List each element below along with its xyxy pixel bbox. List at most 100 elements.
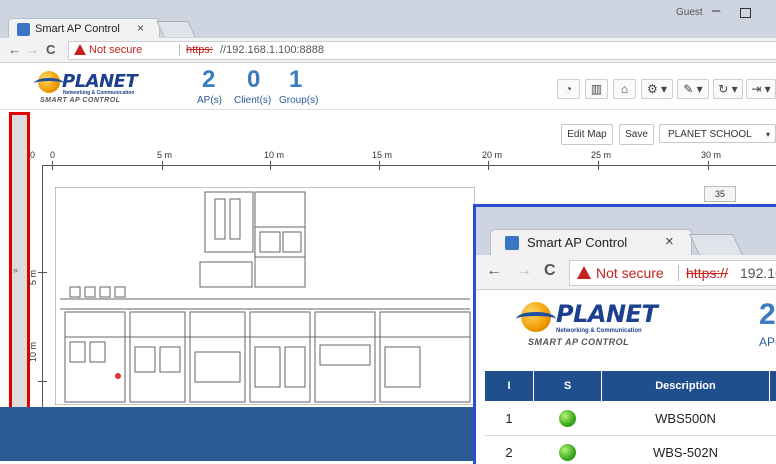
status-online-icon xyxy=(559,444,576,461)
logo-text: PLANET xyxy=(556,300,657,328)
group-count-label: Group(s) xyxy=(279,95,318,106)
browser-tab[interactable]: Smart AP Control × xyxy=(8,18,160,40)
ruler-tick xyxy=(270,161,271,170)
url-host: //192.168.1.100:8888 xyxy=(220,44,324,56)
ruler-label: 5 m xyxy=(157,150,172,160)
forward-icon[interactable]: → xyxy=(516,262,532,280)
logo-tagline: Networking & Communication xyxy=(556,328,642,334)
url-host: 192.168 xyxy=(740,265,776,281)
tab-title: Smart AP Control xyxy=(35,23,120,35)
vertical-ruler xyxy=(42,165,43,408)
logo-swoosh xyxy=(516,312,556,326)
location-select[interactable]: PLANET SCHOOL ▾ xyxy=(659,124,776,143)
floor-plan-image[interactable] xyxy=(55,187,475,405)
column-header-description[interactable]: Description xyxy=(602,371,770,402)
row-index: 2 xyxy=(485,436,534,464)
browser-tab-strip: Smart AP Control × Guest – xyxy=(0,0,776,38)
url-divider xyxy=(678,265,679,281)
dashboard-icon[interactable]: ◔ xyxy=(557,79,580,99)
gear-icon[interactable]: ⚙ ▾ xyxy=(641,79,673,99)
network-icon[interactable]: ⌂ xyxy=(613,79,636,99)
ruler-label: 5 m xyxy=(28,270,38,285)
scale-badge[interactable]: 35 xyxy=(704,186,736,202)
user-profile-label[interactable]: Guest xyxy=(676,7,703,18)
security-status[interactable]: Not secure xyxy=(89,44,142,56)
minimize-icon[interactable]: – xyxy=(712,2,720,19)
wrench-icon[interactable]: ✎ ▾ xyxy=(677,79,709,99)
url-scheme: https:// xyxy=(686,265,728,281)
new-tab-button[interactable] xyxy=(156,21,195,37)
ruler-label: 0 xyxy=(50,150,55,160)
security-status[interactable]: Not secure xyxy=(596,265,664,281)
save-button[interactable]: Save xyxy=(619,124,654,145)
status-online-icon xyxy=(559,410,576,427)
overlay-tab-strip: Smart AP Control × xyxy=(476,207,776,255)
overlay-tab-title: Smart AP Control xyxy=(527,235,627,250)
ruler-tick xyxy=(162,161,163,170)
row-description: WBS500N xyxy=(602,402,770,436)
ruler-label: 20 m xyxy=(482,150,502,160)
client-count[interactable]: 0 xyxy=(247,66,260,94)
overlay-url-field[interactable]: Not secure https:// 192.168 xyxy=(569,260,776,286)
expand-icon[interactable]: » xyxy=(13,265,18,275)
ap-count-label: AP(s) xyxy=(197,95,222,106)
ruler-tick xyxy=(708,161,709,170)
ruler-label: 25 m xyxy=(591,150,611,160)
ruler-label: 30 m xyxy=(701,150,721,160)
logout-icon[interactable]: ⇥ ▾ xyxy=(746,79,776,99)
overlay-app-header: PLANET Networking & Communication SMART … xyxy=(476,290,776,360)
group-count[interactable]: 1 xyxy=(289,66,302,94)
status-cell xyxy=(534,436,602,464)
reload-icon[interactable]: C xyxy=(544,262,556,280)
table-row[interactable]: 2 WBS-502N xyxy=(485,436,776,464)
warning-icon xyxy=(577,266,591,279)
status-cell xyxy=(534,402,602,436)
ap-count[interactable]: 2 xyxy=(759,298,776,332)
table-row[interactable]: 1 WBS500N xyxy=(485,402,776,436)
edit-map-button[interactable]: Edit Map xyxy=(561,124,613,145)
chart-icon[interactable]: ▥ xyxy=(585,79,608,99)
close-tab-icon[interactable]: × xyxy=(137,21,144,35)
logo-swoosh xyxy=(34,78,64,89)
sidebar-toggle[interactable] xyxy=(9,112,30,411)
ruler-tick xyxy=(379,161,380,170)
refresh-icon[interactable]: ↻ ▾ xyxy=(713,79,743,99)
url-scheme: https: xyxy=(186,44,213,56)
ap-count[interactable]: 2 xyxy=(202,66,215,94)
ap-table: I S Description 1 WBS500N 2 WBS-502N xyxy=(484,370,776,464)
back-icon[interactable]: ← xyxy=(8,42,21,57)
warning-icon xyxy=(74,44,86,55)
ruler-label: 15 m xyxy=(372,150,392,160)
ruler-tick xyxy=(598,161,599,170)
reload-icon[interactable]: C xyxy=(46,42,55,57)
url-field[interactable]: Not secure https: //192.168.1.100:8888 xyxy=(68,41,776,60)
close-tab-icon[interactable]: × xyxy=(665,233,674,250)
ruler-tick xyxy=(52,161,53,170)
ruler-tick xyxy=(38,272,47,273)
ruler-label: 10 m xyxy=(264,150,284,160)
overlay-address-bar: ← → C Not secure https:// 192.168 xyxy=(476,255,776,290)
back-icon[interactable]: ← xyxy=(486,262,502,280)
logo-tagline: Networking & Communication xyxy=(63,90,134,96)
row-index: 1 xyxy=(485,402,534,436)
logo-subtitle: SMART AP CONTROL xyxy=(40,97,120,104)
zoom-overlay-window: Smart AP Control × ← → C Not secure http… xyxy=(473,204,776,464)
row-description: WBS-502N xyxy=(602,436,770,464)
ruler-tick xyxy=(38,381,47,382)
horizontal-ruler xyxy=(42,165,776,166)
column-header-index[interactable]: I xyxy=(485,371,534,402)
overlay-browser-tab[interactable]: Smart AP Control × xyxy=(490,229,692,256)
maximize-icon[interactable] xyxy=(740,8,751,18)
column-header-more[interactable] xyxy=(770,371,776,402)
new-tab-button[interactable] xyxy=(689,234,743,255)
logo-text: PLANET xyxy=(62,71,137,92)
ruler-tick xyxy=(488,161,489,170)
favicon-icon xyxy=(505,236,519,250)
logo-subtitle: SMART AP CONTROL xyxy=(528,337,629,347)
url-divider xyxy=(179,44,180,56)
ruler-label: 10 m xyxy=(28,342,38,362)
forward-icon[interactable]: → xyxy=(26,42,39,57)
app-header: PLANET Networking & Communication SMART … xyxy=(0,63,776,110)
column-header-status[interactable]: S xyxy=(534,371,602,402)
chevron-down-icon: ▾ xyxy=(766,125,770,144)
